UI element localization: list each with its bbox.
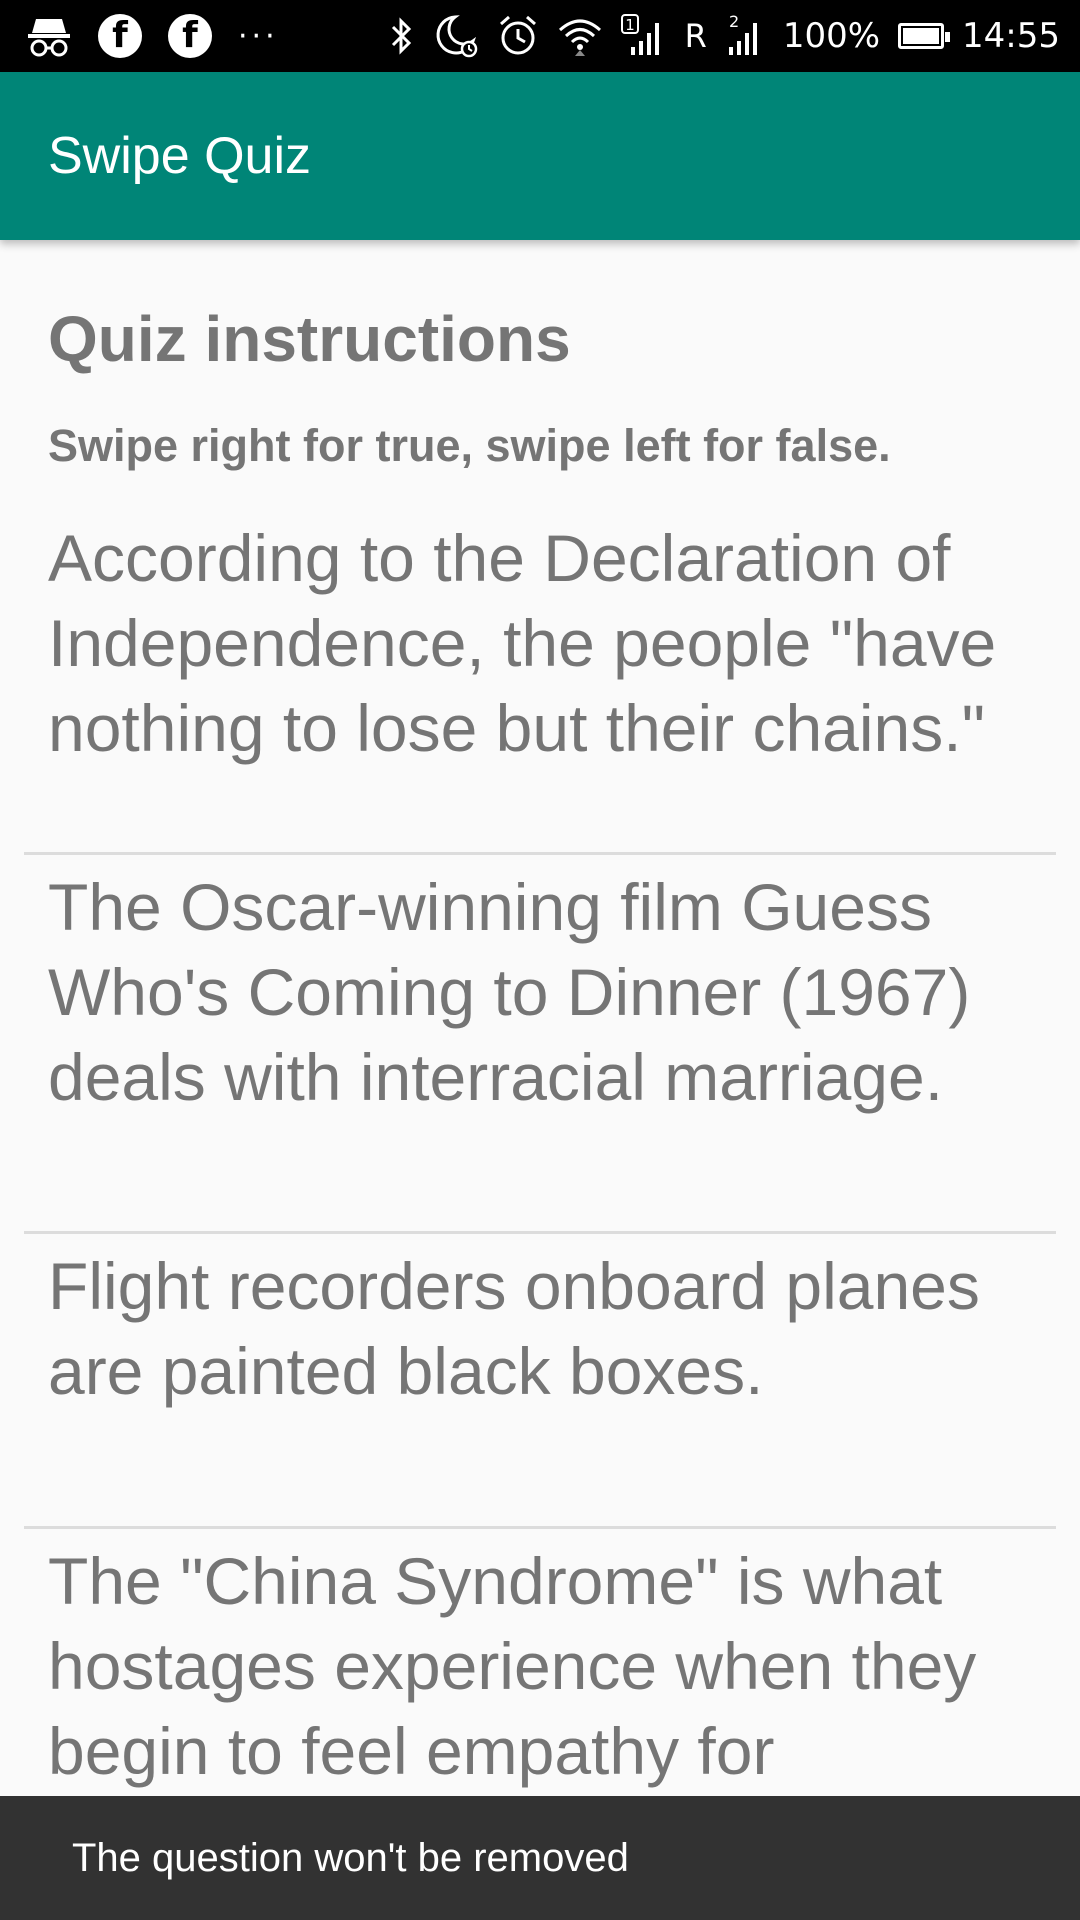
question-card[interactable]: The Oscar-winning film Guess Who's Comin… — [24, 855, 1056, 1234]
snackbar-message: The question won't be removed — [72, 1835, 629, 1880]
app-title: Swipe Quiz — [48, 127, 311, 185]
question-card[interactable]: According to the Declaration of Independ… — [24, 516, 1056, 855]
question-list[interactable]: According to the Declaration of Independ… — [24, 516, 1056, 1796]
status-bar: f f ··· 1 R 2 100% 14:55 — [0, 0, 1080, 72]
app-bar: Swipe Quiz — [0, 72, 1080, 240]
clock: 14:55 — [962, 16, 1060, 56]
battery-fill — [903, 28, 940, 44]
bluetooth-icon — [389, 16, 415, 56]
status-bar-notifications: f f ··· — [26, 13, 279, 59]
quiz-content: Quiz instructions Swipe right for true, … — [0, 240, 1080, 1796]
question-card[interactable]: Flight recorders onboard planes are pain… — [24, 1234, 1056, 1529]
question-text: Flight recorders onboard planes are pain… — [48, 1249, 980, 1408]
do-not-disturb-moon-icon — [433, 13, 479, 59]
signal-sim2-icon: 2 — [725, 13, 765, 59]
incognito-icon — [26, 13, 72, 59]
instructions-heading: Quiz instructions — [48, 303, 571, 375]
facebook-icon: f — [98, 14, 142, 58]
status-bar-system: 1 R 2 100% 14:55 — [389, 13, 1060, 59]
instructions-subheading: Swipe right for true, swipe left for fal… — [48, 420, 891, 471]
more-notifications-icon: ··· — [238, 18, 279, 54]
roaming-indicator: R — [684, 17, 707, 55]
question-text: According to the Declaration of Independ… — [48, 521, 997, 765]
question-text: The "China Syndrome" is what hostages ex… — [48, 1544, 977, 1788]
signal-sim1-icon: 1 — [620, 13, 667, 59]
question-card[interactable]: The "China Syndrome" is what hostages ex… — [24, 1529, 1056, 1796]
sim2-label: 2 — [729, 13, 739, 31]
snackbar: The question won't be removed — [0, 1796, 1080, 1920]
wifi-icon — [557, 16, 603, 56]
battery-icon — [898, 23, 951, 49]
sim1-label: 1 — [625, 16, 635, 34]
battery-percent: 100% — [782, 16, 881, 56]
facebook-icon: f — [168, 14, 212, 58]
question-text: The Oscar-winning film Guess Who's Comin… — [48, 870, 971, 1114]
alarm-icon — [497, 14, 539, 58]
